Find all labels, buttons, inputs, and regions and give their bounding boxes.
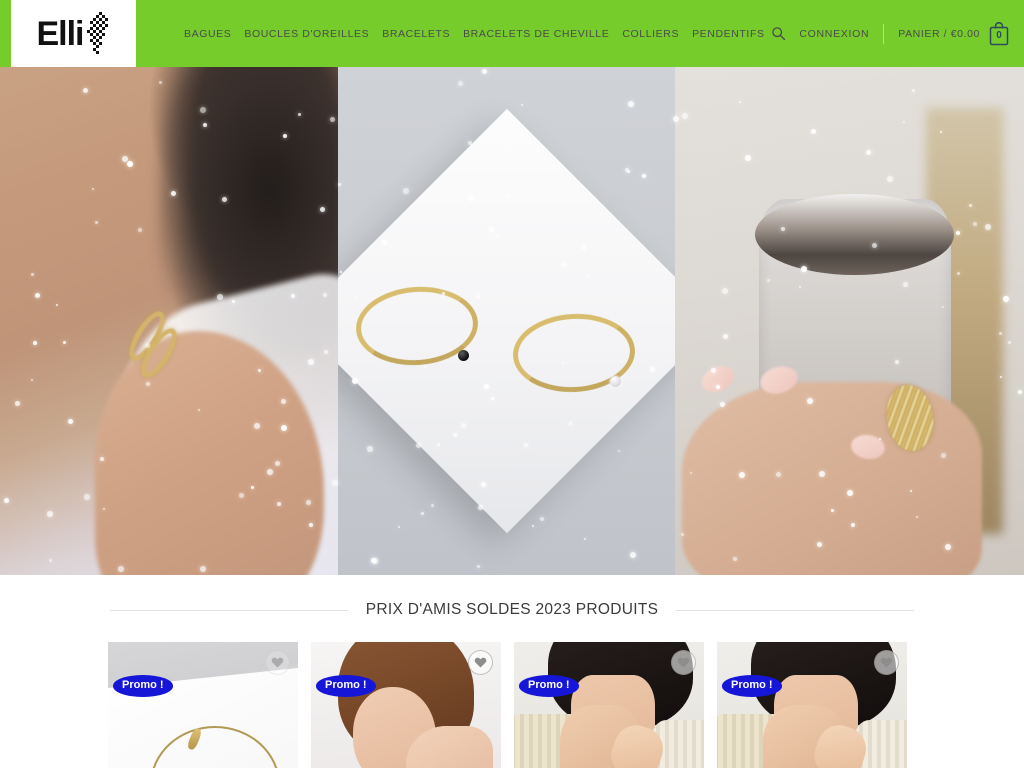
product-grid: Promo ! Promo ! Promo ! Promo !: [0, 619, 1024, 768]
nav-pendentifs[interactable]: PENDENTIFS: [692, 28, 765, 40]
product-card-4[interactable]: Promo !: [717, 642, 907, 768]
page-title: PRIX D'AMIS SOLDES 2023 PRODUITS: [365, 601, 659, 618]
hero-banner[interactable]: [0, 67, 1024, 575]
header-actions: CONNEXION PANIER / €0.00 0: [767, 21, 1010, 46]
hero-panel-cup-ring[interactable]: [675, 67, 1024, 575]
hero-panel-hand-rings[interactable]: [0, 67, 338, 575]
promo-badge: Promo !: [519, 675, 579, 697]
heart-icon[interactable]: [874, 650, 899, 675]
nav-bracelets-de-cheville[interactable]: BRACELETS DE CHEVILLE: [463, 28, 609, 40]
cart-total-label: PANIER / €0.00: [898, 27, 980, 40]
shopping-bag-icon: 0: [988, 21, 1010, 46]
heart-icon[interactable]: [671, 650, 696, 675]
promo-badge: Promo !: [722, 675, 782, 697]
nav-bracelets[interactable]: BRACELETS: [382, 28, 450, 40]
heart-icon[interactable]: [468, 650, 493, 675]
cart-item-count: 0: [996, 30, 1002, 41]
header-divider: [883, 23, 885, 44]
site-logo[interactable]: Elli: [11, 0, 136, 67]
main-navigation: BAGUES BOUCLES D'OREILLES BRACELETS BRAC…: [184, 28, 767, 40]
site-header: Elli BAGUES BOUCLES D'OREILLES BRACELETS…: [0, 0, 1024, 67]
logo-wordmark: Elli: [36, 14, 84, 53]
halftone-diagonal-mark-icon: [85, 11, 111, 56]
search-icon[interactable]: [767, 23, 789, 45]
heading-rule-left: [110, 609, 348, 611]
nav-bagues[interactable]: BAGUES: [184, 28, 231, 40]
heading-rule-right: [676, 609, 915, 611]
cart-button[interactable]: PANIER / €0.00 0: [898, 21, 1010, 46]
nav-boucles-doreilles[interactable]: BOUCLES D'OREILLES: [244, 28, 369, 40]
section-heading: PRIX D'AMIS SOLDES 2023 PRODUITS: [0, 601, 1024, 619]
nav-colliers[interactable]: COLLIERS: [622, 28, 679, 40]
product-card-2[interactable]: Promo !: [311, 642, 501, 768]
product-card-3[interactable]: Promo !: [514, 642, 704, 768]
featured-products-section: PRIX D'AMIS SOLDES 2023 PRODUITS Promo !…: [0, 575, 1024, 768]
product-card-1[interactable]: Promo !: [108, 642, 298, 768]
promo-badge: Promo !: [316, 675, 376, 697]
account-login-link[interactable]: CONNEXION: [799, 28, 869, 40]
hero-panel-gold-rings[interactable]: [338, 67, 675, 575]
heart-icon[interactable]: [265, 650, 290, 675]
promo-badge: Promo !: [113, 675, 173, 697]
